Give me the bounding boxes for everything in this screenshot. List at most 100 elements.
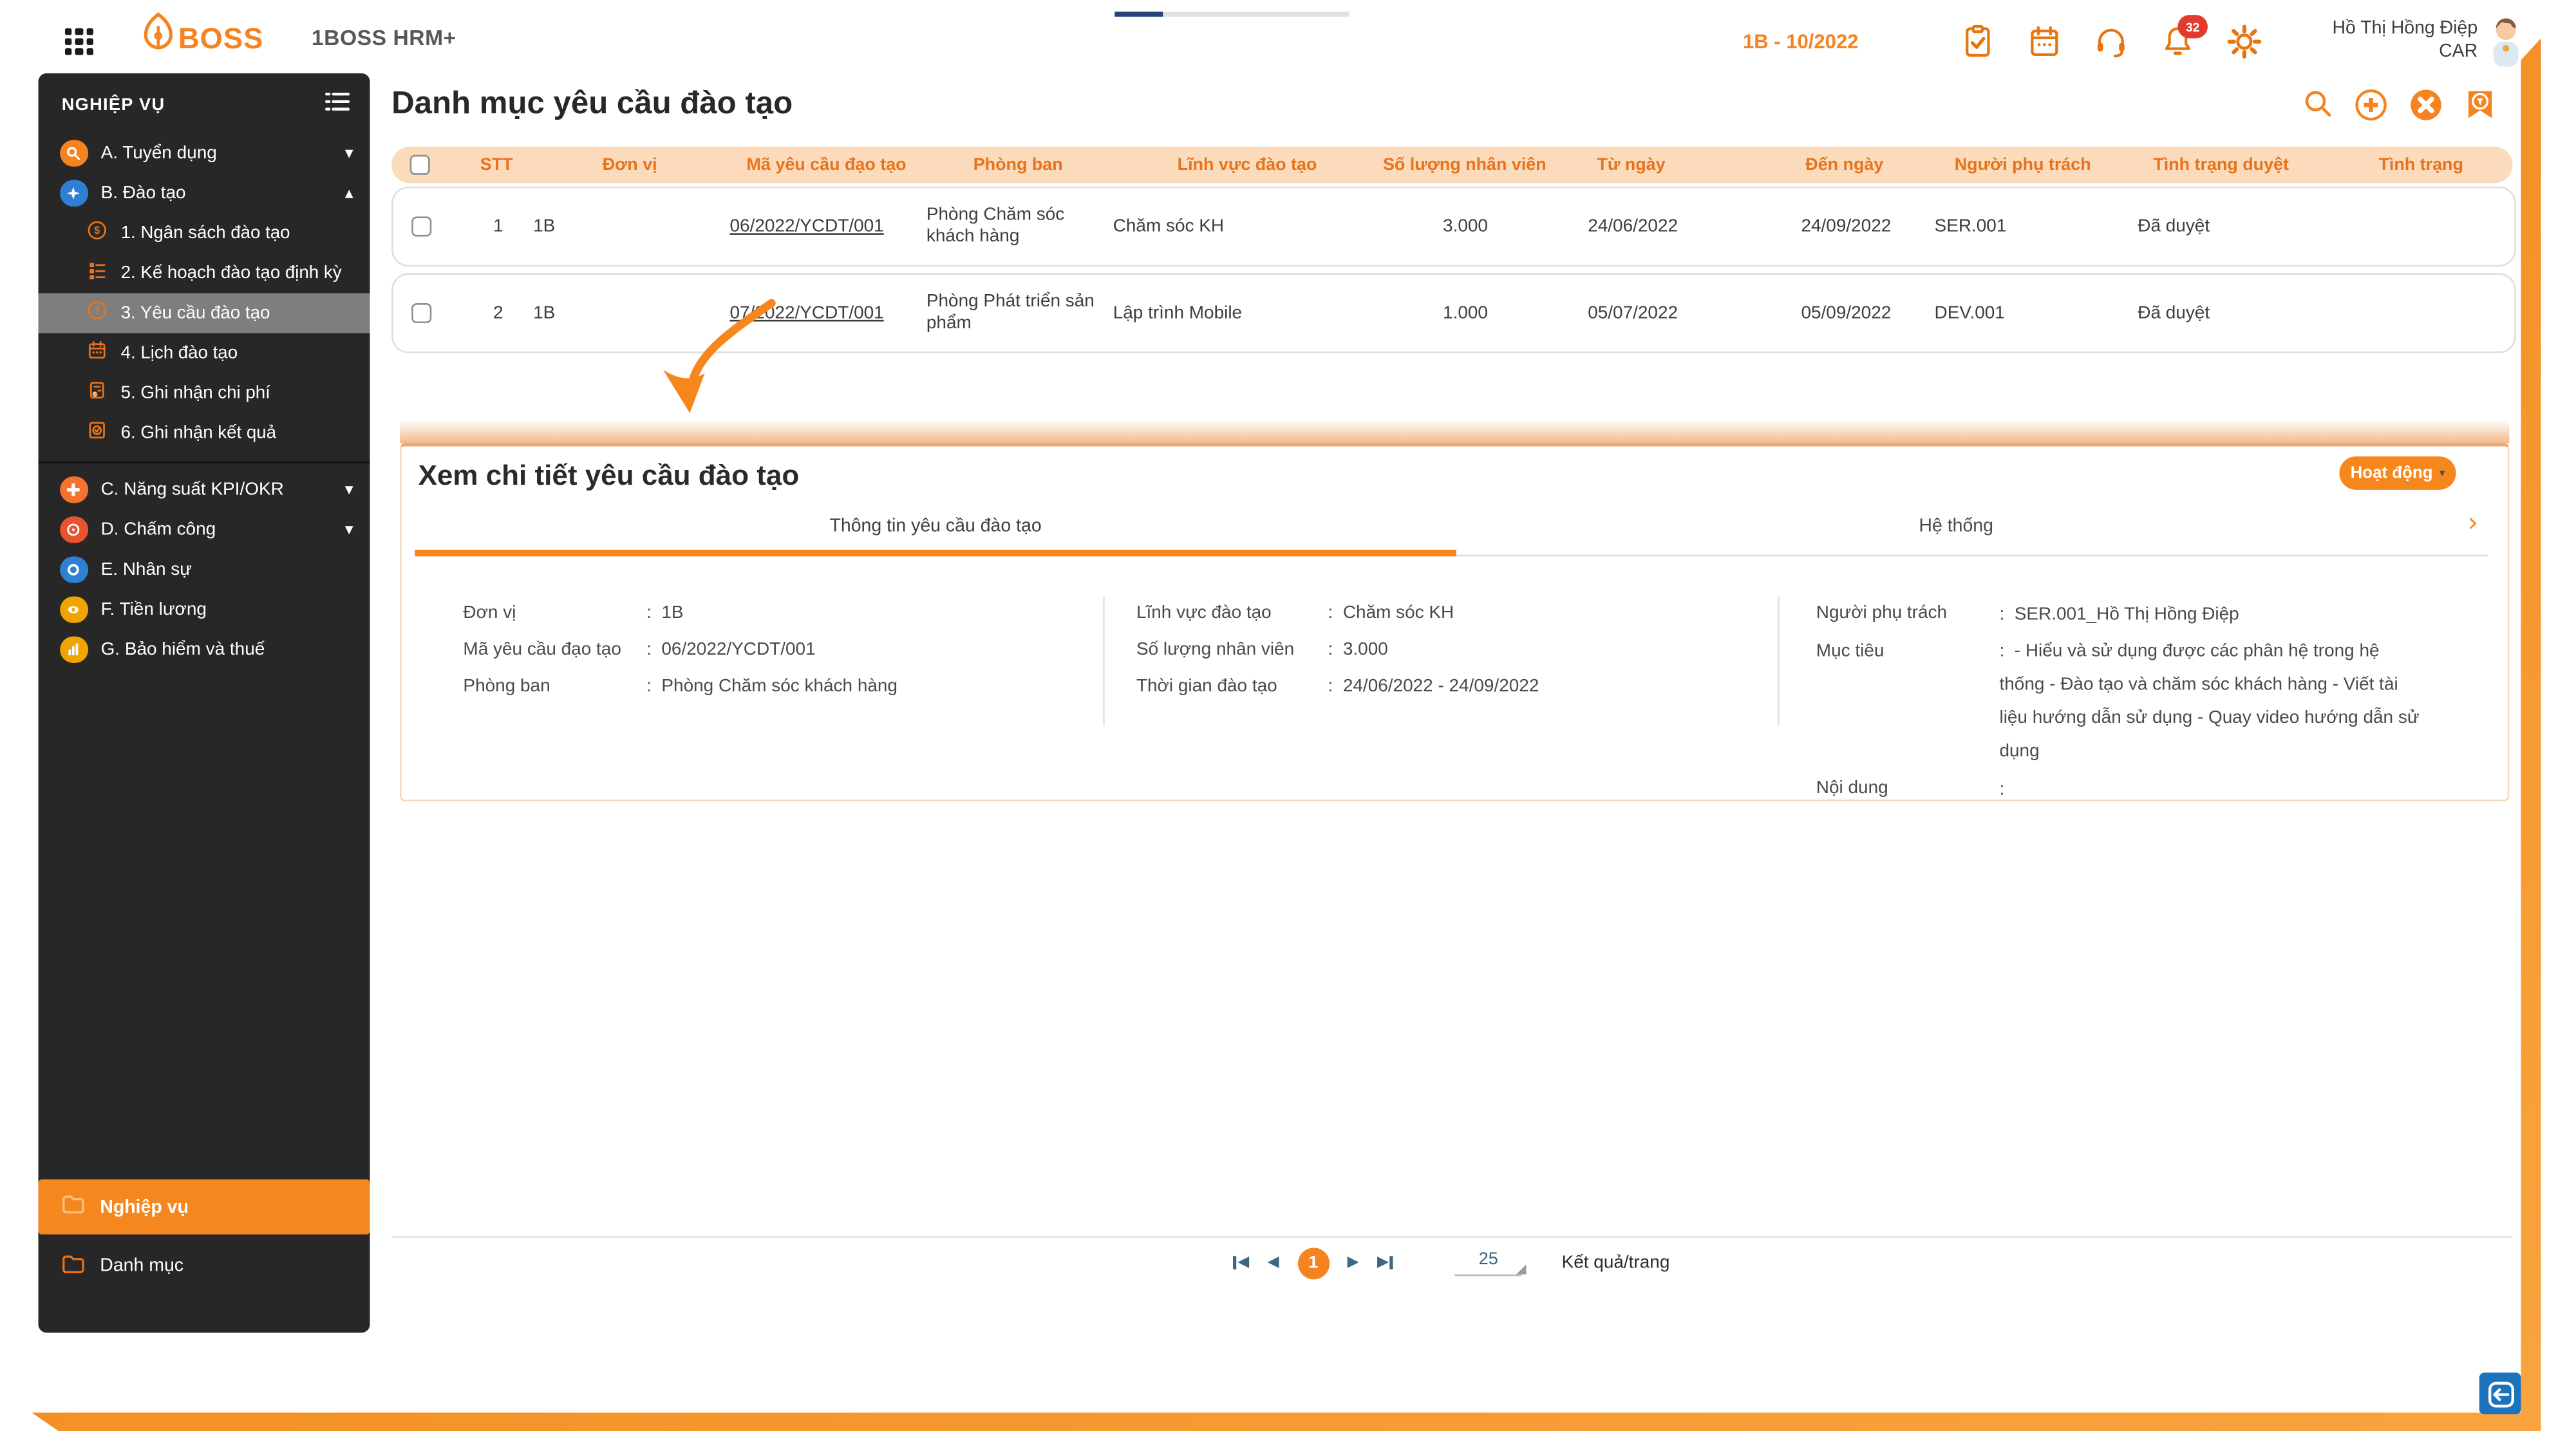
field-row: Nội dung	[1816, 778, 2458, 806]
sidebar-footer-nghiep-vu[interactable]: Nghiệp vụ	[39, 1179, 370, 1234]
kpi-plus-icon	[60, 476, 88, 503]
column-header: Tình trạng duyệt	[2112, 156, 2329, 174]
sidebar-item-label: 2. Kế hoạch đào tạo định kỳ	[121, 263, 342, 283]
search-icon[interactable]	[2301, 87, 2338, 124]
active-tab-underline	[415, 550, 1456, 556]
sidebar-item-ghi-nhan-ket-qua[interactable]: 6. Ghi nhận kết quả	[39, 413, 370, 453]
field-value	[1999, 772, 2014, 805]
row-checkbox[interactable]	[411, 216, 431, 236]
notifications-bell-icon[interactable]: 32	[2159, 23, 2196, 60]
folder-icon	[62, 1195, 85, 1220]
previous-page-button[interactable]: ◀	[1268, 1255, 1279, 1271]
field-label: Người phụ trách	[1816, 603, 2000, 631]
detail-title: Xem chi tiết yêu cầu đào tạo	[418, 460, 800, 493]
sidebar-item-tuyen-dung[interactable]: A. Tuyển dụng ▼	[39, 133, 370, 173]
detail-column-1: Đơn vị 1B Mã yêu cầu đạo tạo 06/2022/YCD…	[463, 603, 1083, 713]
sidebar-item-ke-hoach-dao-tao[interactable]: 2. Kế hoạch đào tạo định kỳ	[39, 253, 370, 293]
chevron-up-icon: ▲	[345, 187, 353, 200]
schedule-calendar-icon	[87, 341, 108, 366]
sidebar-header: NGHIỆP VỤ	[39, 73, 370, 127]
cost-receipt-icon: $	[87, 380, 108, 406]
column-header: Đơn vị	[532, 156, 728, 174]
tab-thong-tin[interactable]: Thông tin yêu cầu đào tạo	[415, 516, 1456, 536]
filter-bookmark-icon[interactable]	[2463, 87, 2499, 124]
field-label: Mục tiêu	[1816, 640, 2000, 768]
training-request-link[interactable]: 07/2022/YCDT/001	[730, 303, 926, 323]
current-page-badge[interactable]: 1	[1297, 1247, 1329, 1278]
menu-list-icon[interactable]	[325, 90, 350, 120]
inactive-tab-line	[1456, 554, 2488, 556]
sidebar-item-ngan-sach-dao-tao[interactable]: $ 1. Ngân sách đào tạo	[39, 213, 370, 253]
user-info[interactable]: Hồ Thị Hồng Điệp CAR	[2259, 18, 2477, 63]
sidebar-footer-danh-muc[interactable]: Danh mục	[39, 1244, 370, 1287]
app-title: 1BOSS HRM+	[312, 25, 456, 50]
sidebar-item-label: 3. Yêu cầu đào tạo	[121, 303, 270, 323]
field-row: Mã yêu cầu đạo tạo 06/2022/YCDT/001	[463, 640, 1083, 662]
sidebar-item-bao-hiem[interactable]: G. Bảo hiểm và thuế	[39, 630, 370, 669]
settings-gear-icon[interactable]	[2226, 23, 2262, 60]
brand-logo: BOSS	[136, 12, 263, 66]
status-button[interactable]: Hoạt động ▾	[2339, 456, 2456, 490]
column-header: Từ ngày	[1506, 156, 1756, 174]
apps-grid-icon[interactable]	[65, 28, 93, 55]
chevron-right-icon[interactable]: ›	[2468, 507, 2479, 538]
column-header: STT	[462, 156, 532, 174]
column-divider	[1103, 596, 1105, 726]
field-value: SER.001_Hồ Thị Hồng Điệp	[1999, 597, 2239, 631]
sidebar-item-lich-dao-tao[interactable]: 4. Lịch đào tạo	[39, 333, 370, 373]
sidebar-item-cham-cong[interactable]: D. Chấm công ▼	[39, 510, 370, 550]
sidebar-item-nang-suat[interactable]: C. Năng suất KPI/OKR ▼	[39, 470, 370, 510]
row-checkbox[interactable]	[411, 303, 431, 323]
insurance-chart-icon	[60, 636, 88, 664]
budget-dollar-icon: $	[87, 220, 108, 246]
sidebar-item-ghi-nhan-chi-phi[interactable]: $ 5. Ghi nhận chi phí	[39, 373, 370, 413]
table-row[interactable]: 2 1B 07/2022/YCDT/001 Phòng Phát triển s…	[391, 273, 2516, 353]
column-header: Mã yêu cầu đạo tạo	[728, 156, 925, 174]
field-row: Người phụ trách SER.001_Hồ Thị Hồng Điệp	[1816, 603, 2458, 631]
field-value: 06/2022/YCDT/001	[646, 640, 816, 662]
detail-column-3: Người phụ trách SER.001_Hồ Thị Hồng Điệp…	[1816, 603, 2458, 816]
avatar[interactable]	[2488, 17, 2524, 77]
result-check-icon	[87, 420, 108, 446]
select-all-checkbox[interactable]	[410, 155, 430, 175]
field-label: Thời gian đào tạo	[1136, 677, 1328, 698]
field-row: Phòng ban Phòng Chăm sóc khách hàng	[463, 677, 1083, 698]
column-divider	[1778, 596, 1780, 726]
cell-tu-ngay: 05/07/2022	[1508, 303, 1758, 323]
table-row[interactable]: 1 1B 06/2022/YCDT/001 Phòng Chăm sóc khá…	[391, 187, 2516, 266]
calendar-icon[interactable]	[2026, 23, 2063, 60]
last-page-button[interactable]: ▶	[1377, 1255, 1393, 1271]
salary-coin-icon	[60, 596, 88, 624]
sidebar-item-dao-tao[interactable]: B. Đào tạo ▲	[39, 173, 370, 213]
progress-line-filled	[1114, 12, 1163, 15]
svg-text:$: $	[94, 225, 100, 237]
sidebar: NGHIỆP VỤ A. Tuyển dụng ▼	[39, 73, 370, 1332]
field-row: Mục tiêu - Hiểu và sử dụng được các phân…	[1816, 640, 2458, 768]
sidebar-section-title: NGHIỆP VỤ	[62, 95, 325, 115]
first-page-button[interactable]: ◀	[1233, 1255, 1249, 1271]
field-value: 3.000	[1328, 640, 1388, 662]
field-value: Chăm sóc KH	[1328, 603, 1454, 625]
exit-fullscreen-button[interactable]	[2479, 1372, 2521, 1414]
period-label: 1B - 10/2022	[1743, 30, 1859, 53]
cell-so-luong: 1.000	[1385, 303, 1509, 323]
support-headset-icon[interactable]	[2092, 23, 2129, 60]
detail-column-2: Lĩnh vực đào tạo Chăm sóc KH Số lượng nh…	[1136, 603, 1756, 713]
field-value: 1B	[646, 603, 683, 625]
add-button[interactable]	[2353, 87, 2389, 124]
next-page-button[interactable]: ▶	[1348, 1255, 1359, 1271]
sidebar-item-nhan-su[interactable]: E. Nhân sự	[39, 550, 370, 590]
close-button[interactable]	[2408, 87, 2445, 124]
sidebar-item-tien-luong[interactable]: F. Tiền lương	[39, 590, 370, 630]
column-header: Số lượng nhân viên	[1383, 156, 1507, 174]
folder-icon	[62, 1253, 85, 1278]
sidebar-item-yeu-cau-dao-tao[interactable]: ? 3. Yêu cầu đào tạo	[39, 293, 370, 333]
sidebar-item-label: 6. Ghi nhận kết quả	[121, 423, 276, 443]
per-page-select[interactable]: 25	[1455, 1249, 1522, 1276]
field-label: Mã yêu cầu đạo tạo	[463, 640, 646, 662]
svg-text:$: $	[93, 391, 97, 398]
tab-he-thong[interactable]: Hệ thống	[1456, 516, 2456, 536]
training-request-link[interactable]: 06/2022/YCDT/001	[730, 216, 926, 236]
panel-top-gradient	[400, 420, 2509, 443]
tasks-icon[interactable]	[1959, 23, 1996, 60]
